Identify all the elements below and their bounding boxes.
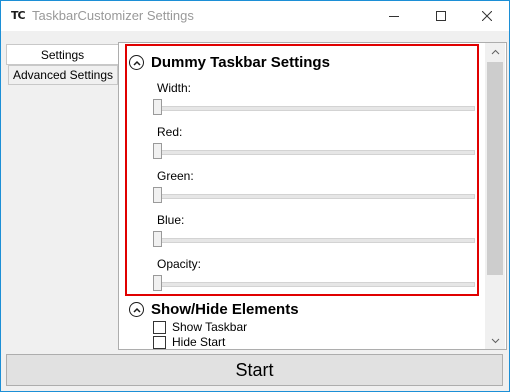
hide-start-checkbox[interactable] <box>153 335 166 349</box>
start-button[interactable]: Start <box>6 354 503 386</box>
collapse-chevron-icon[interactable] <box>129 55 144 70</box>
minimize-button[interactable] <box>371 1 417 31</box>
green-slider-thumb[interactable] <box>153 187 162 203</box>
red-slider-track[interactable] <box>157 150 475 155</box>
scroll-thumb[interactable] <box>487 62 503 275</box>
width-slider-thumb[interactable] <box>153 99 162 115</box>
settings-panel: Dummy Taskbar Settings Width: Red: Green… <box>118 42 507 350</box>
blue-slider-track[interactable] <box>157 238 475 243</box>
opacity-slider-thumb[interactable] <box>153 275 162 291</box>
green-label: Green: <box>157 169 194 183</box>
hide-start-row[interactable]: Hide Start <box>153 335 225 349</box>
close-icon <box>482 11 492 21</box>
section-title: Dummy Taskbar Settings <box>151 54 330 71</box>
close-button[interactable] <box>464 1 509 31</box>
title-bar[interactable]: TC TaskbarCustomizer Settings <box>1 1 509 31</box>
section-title: Show/Hide Elements <box>151 301 299 318</box>
show-hide-elements-section-header[interactable]: Show/Hide Elements <box>129 301 299 318</box>
tab-advanced-settings[interactable]: Advanced Settings <box>8 65 118 85</box>
tab-settings[interactable]: Settings <box>6 44 118 65</box>
maximize-button[interactable] <box>418 1 464 31</box>
dummy-taskbar-section-header[interactable]: Dummy Taskbar Settings <box>129 54 330 71</box>
width-label: Width: <box>157 81 192 95</box>
window-client-area: Settings Advanced Settings Dummy Taskbar… <box>1 31 509 391</box>
show-taskbar-checkbox[interactable] <box>153 320 166 334</box>
opacity-slider-track[interactable] <box>157 282 475 287</box>
blue-slider-thumb[interactable] <box>153 231 162 247</box>
scroll-up-arrow-icon <box>491 49 499 54</box>
width-slider-track[interactable] <box>157 106 475 111</box>
window-title: TaskbarCustomizer Settings <box>32 8 194 23</box>
red-label: Red: <box>157 125 183 139</box>
vertical-scrollbar[interactable] <box>485 43 505 349</box>
red-slider-thumb[interactable] <box>153 143 162 159</box>
settings-window: TC TaskbarCustomizer Settings Settings A… <box>0 0 510 392</box>
app-logo-icon: TC <box>11 9 27 23</box>
blue-label: Blue: <box>157 213 185 227</box>
scroll-up-button[interactable] <box>485 43 505 60</box>
scroll-down-arrow-icon <box>491 338 499 343</box>
show-taskbar-label: Show Taskbar <box>172 320 248 334</box>
collapse-chevron-icon[interactable] <box>129 302 144 317</box>
opacity-label: Opacity: <box>157 257 202 271</box>
green-slider-track[interactable] <box>157 194 475 199</box>
maximize-icon <box>436 11 446 21</box>
scroll-down-button[interactable] <box>485 332 505 349</box>
show-taskbar-row[interactable]: Show Taskbar <box>153 320 247 334</box>
hide-start-label: Hide Start <box>172 335 226 349</box>
minimize-icon <box>389 16 399 17</box>
